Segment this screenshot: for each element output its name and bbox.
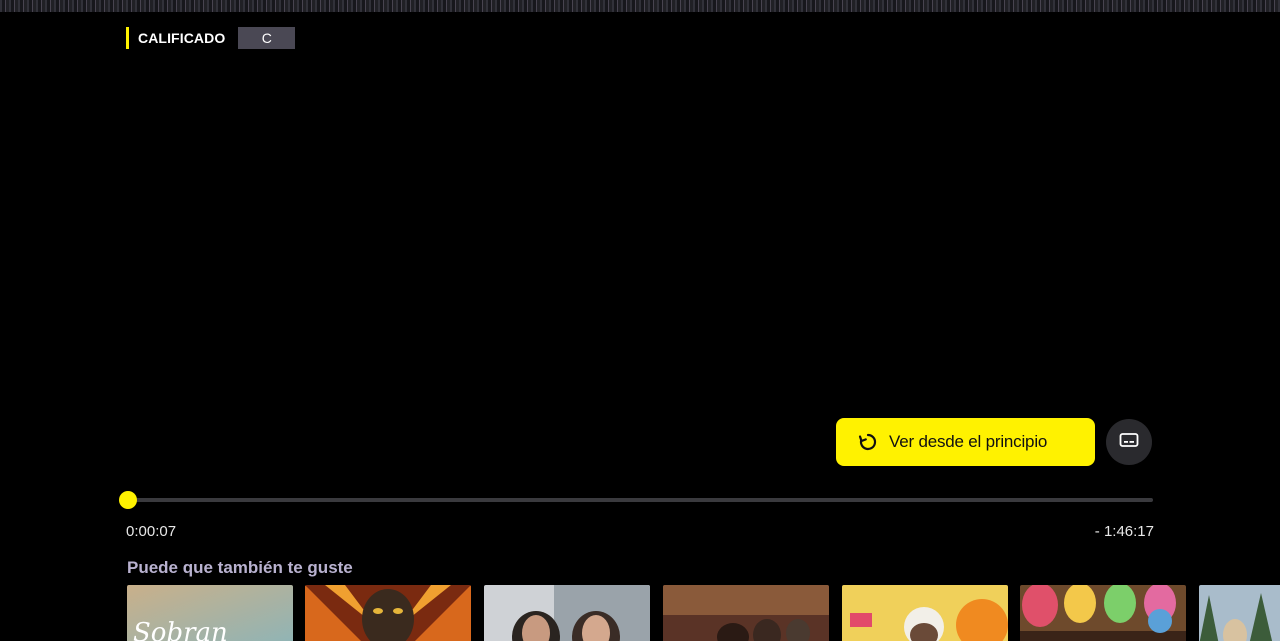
remaining-time: - 1:46:17: [1094, 523, 1154, 540]
recommendation-thumbnail[interactable]: [663, 585, 829, 641]
recommendation-thumbnail[interactable]: [484, 585, 650, 641]
subtitles-button[interactable]: [1106, 419, 1152, 465]
recommendation-thumbnail[interactable]: Sobran: [127, 585, 293, 641]
recommendation-thumbnail[interactable]: [842, 585, 1008, 641]
recommendation-thumbnail[interactable]: [1199, 585, 1280, 641]
recommendations-title: Puede que también te guste: [127, 558, 353, 577]
progress-knob[interactable]: [119, 491, 138, 509]
content-rating: CALIFICADO C: [126, 27, 296, 49]
recommendation-thumbnail[interactable]: [305, 585, 471, 641]
restart-button-label: Ver desde el principio: [889, 432, 1048, 451]
thumbnail-title-text: Sobran: [133, 618, 228, 641]
rating-badge: C: [238, 27, 296, 49]
rating-accent-bar: [126, 27, 129, 49]
elapsed-time: 0:00:07: [126, 523, 177, 540]
recommendations-row: Sobran: [127, 585, 1280, 641]
recommendation-thumbnail[interactable]: [1020, 585, 1186, 641]
progress-track[interactable]: [119, 491, 1153, 509]
video-title: [126, 0, 386, 10]
subtitles-icon: [1119, 432, 1139, 453]
channel-logo: [1056, 0, 1156, 8]
rating-label: CALIFICADO: [138, 30, 226, 46]
restart-icon: [858, 432, 878, 452]
restart-button[interactable]: Ver desde el principio: [836, 418, 1095, 466]
